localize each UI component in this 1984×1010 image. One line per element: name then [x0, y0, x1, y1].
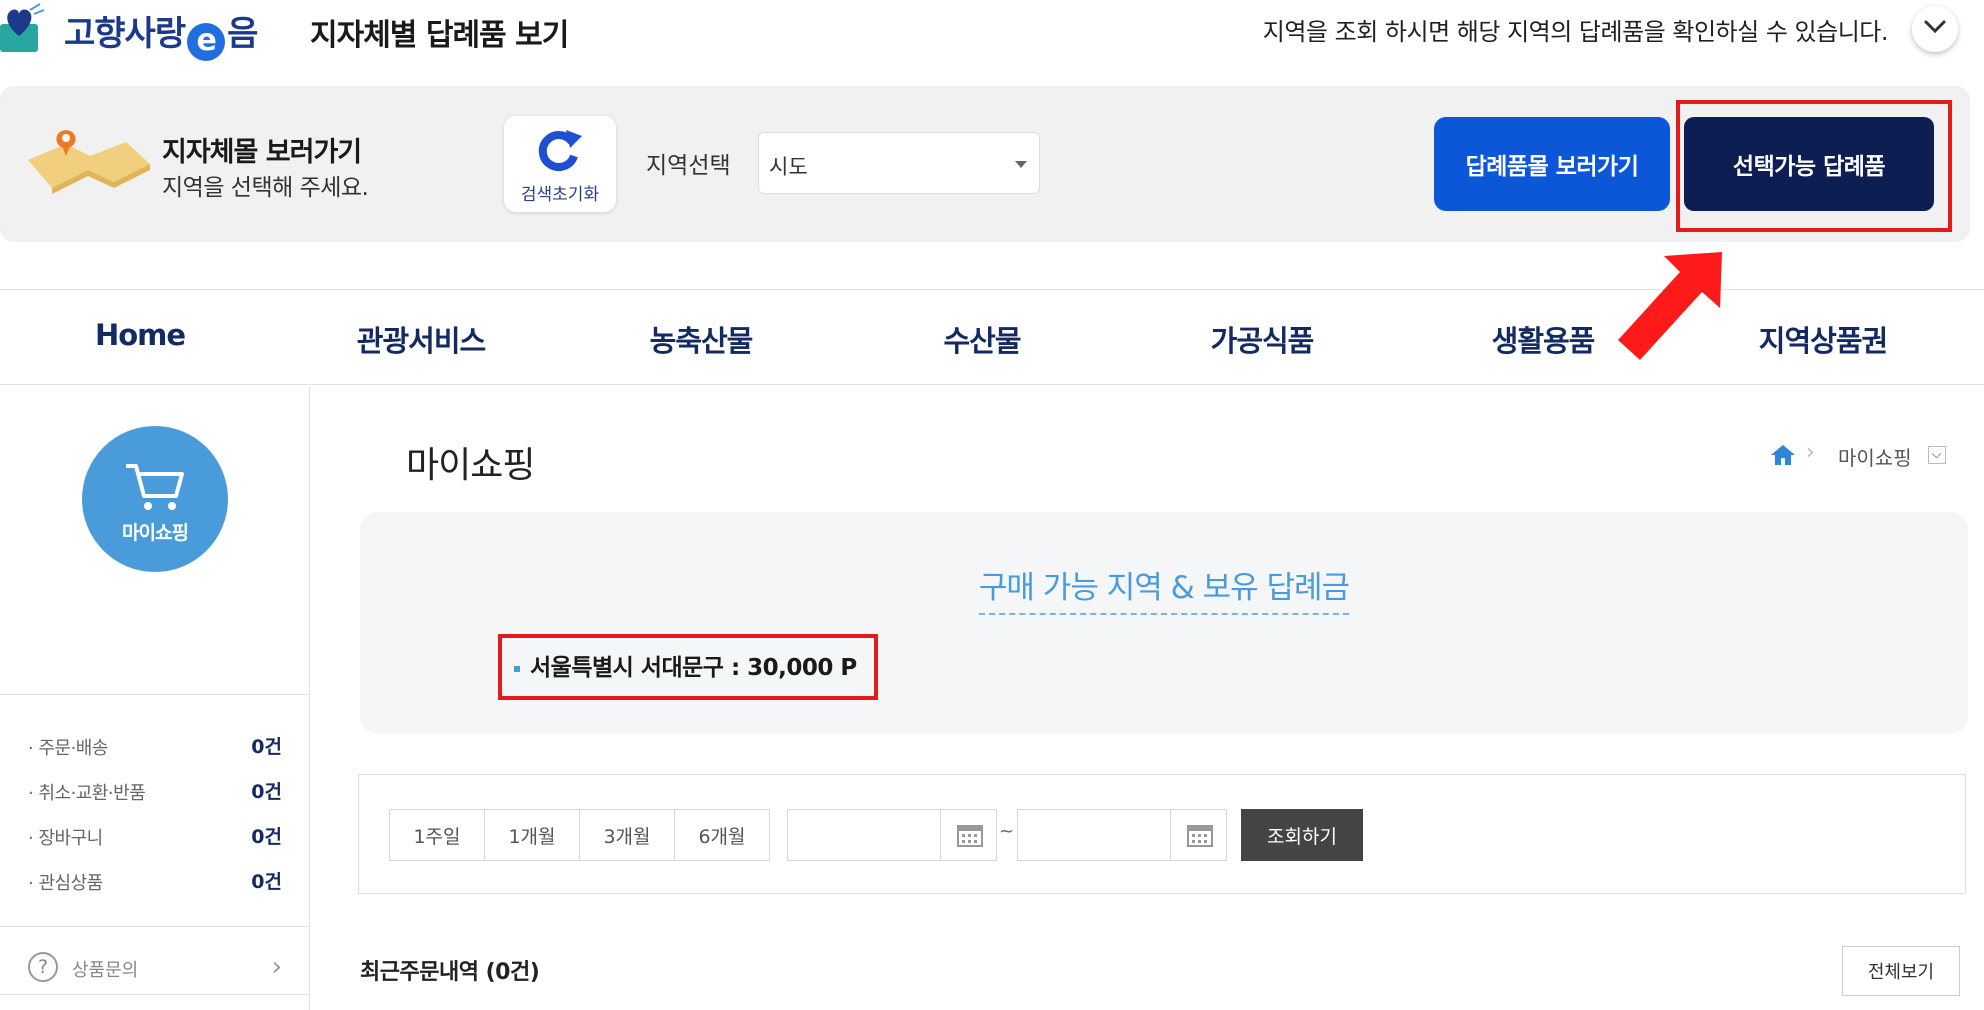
region-select-value: 시도 — [769, 155, 808, 179]
my-shopping-circle-label: 마이쇼핑 — [122, 522, 189, 544]
shopping-cart-icon — [126, 464, 184, 510]
balance-title-text: 구매 가능 지역 & 보유 답례금 — [978, 562, 1350, 615]
calendar-icon[interactable] — [1170, 810, 1226, 860]
sidebar-item-text: 취소·교환·반품 — [38, 783, 146, 804]
divider — [0, 994, 310, 995]
header-notice: 지역을 조회 하시면 해당 지역의 답례품을 확인하실 수 있습니다. — [1262, 18, 1889, 46]
chevron-down-icon — [1924, 20, 1946, 34]
sidebar-item-text: 장바구니 — [38, 828, 103, 849]
sidebar-item-count: 0건 — [251, 781, 282, 803]
period-1week-button[interactable]: 1주일 — [389, 809, 485, 861]
search-orders-button[interactable]: 조회하기 — [1241, 809, 1363, 861]
map-pin-icon — [28, 126, 150, 206]
panel-desc: 지역을 선택해 주세요. — [162, 175, 369, 201]
sidebar-item-returns[interactable]: · 취소·교환·반품 0건 — [28, 775, 290, 805]
sidebar-inquiry-label: 상품문의 — [72, 960, 139, 981]
nav-tourism[interactable]: 관광서비스 — [357, 318, 486, 360]
sidebar-item-text: 관심상품 — [38, 873, 103, 894]
sidebar-item-wishlist[interactable]: · 관심상품 0건 — [28, 865, 290, 895]
balance-title: 구매 가능 지역 & 보유 답례금 — [360, 562, 1968, 615]
recent-orders-title: 최근주문내역 (0건) — [360, 960, 540, 985]
sidebar-item-inquiry[interactable]: ? 상품문의 › — [28, 946, 290, 990]
sidebar-item-label: · 관심상품 — [28, 873, 103, 894]
region-select-label: 지역선택 — [646, 153, 731, 179]
sidebar-item-label: · 장바구니 — [28, 828, 103, 849]
period-1month-button[interactable]: 1개월 — [484, 809, 580, 861]
balance-box: 구매 가능 지역 & 보유 답례금 서울특별시 서대문구 : 30,000 P — [360, 512, 1968, 734]
refresh-icon — [538, 130, 582, 172]
nav-processed-food[interactable]: 가공식품 — [1211, 318, 1315, 360]
home-icon[interactable] — [1770, 444, 1796, 466]
sidebar-item-orders[interactable]: · 주문·배송 0건 — [28, 730, 290, 760]
panel-toggle-button[interactable] — [1912, 6, 1958, 52]
sidebar-item-count: 0건 — [251, 736, 282, 758]
sidebar-item-label: · 취소·교환·반품 — [28, 783, 146, 804]
sidebar-item-cart[interactable]: · 장바구니 0건 — [28, 820, 290, 850]
heart-logo-icon[interactable] — [0, 2, 48, 54]
nav-seafood[interactable]: 수산물 — [943, 318, 1021, 360]
nav-home[interactable]: Home — [95, 318, 186, 352]
sidebar-item-label: · 주문·배송 — [28, 738, 108, 759]
sidebar-item-text: 주문·배송 — [38, 738, 108, 759]
breadcrumb-separator: › — [1806, 440, 1815, 465]
calendar-icon[interactable] — [940, 810, 996, 860]
breadcrumb-current: 마이쇼핑 — [1838, 446, 1912, 470]
brand-name[interactable]: 고향사랑 e 음 — [64, 6, 258, 61]
search-reset-button[interactable]: 검색초기화 — [504, 116, 616, 212]
highlight-box-balance — [498, 634, 878, 700]
caret-down-icon — [1015, 161, 1027, 168]
gift-mall-button[interactable]: 답례품몰 보러가기 — [1434, 117, 1670, 211]
view-all-button[interactable]: 전체보기 — [1842, 946, 1960, 996]
breadcrumb-dropdown-icon[interactable] — [1928, 446, 1946, 464]
sidebar-item-count: 0건 — [251, 871, 282, 893]
question-icon: ? — [28, 952, 58, 982]
start-date-field — [787, 809, 997, 861]
panel-title: 지자체몰 보러가기 — [162, 137, 362, 168]
divider — [0, 926, 310, 927]
start-date-input[interactable] — [788, 810, 940, 860]
end-date-input[interactable] — [1018, 810, 1170, 860]
chevron-right-icon: › — [271, 952, 282, 982]
brand-text-1: 고향사랑 — [64, 14, 186, 54]
order-filter: 1주일 1개월 3개월 6개월 ~ 조회하기 — [358, 774, 1966, 894]
top-bar: 고향사랑 e 음 지자체별 답례품 보기 지역을 조회 하시면 해당 지역의 답례품… — [0, 0, 1984, 66]
divider — [0, 694, 310, 695]
end-date-field — [1017, 809, 1227, 861]
nav-agri-livestock[interactable]: 농축산물 — [650, 318, 754, 360]
page-title: 마이쇼핑 — [406, 445, 535, 486]
nav-household[interactable]: 생활용품 — [1492, 318, 1596, 360]
header-subtitle: 지자체별 답례품 보기 — [310, 18, 569, 53]
red-arrow-annotation — [1618, 252, 1722, 360]
region-panel: 지자체몰 보러가기 지역을 선택해 주세요. 검색초기화 지역선택 시도 답례품… — [0, 86, 1970, 242]
highlight-box-available-gifts — [1676, 100, 1952, 232]
sidebar-item-count: 0건 — [251, 826, 282, 848]
date-range-tilde: ~ — [999, 821, 1015, 842]
search-reset-label: 검색초기화 — [520, 185, 600, 205]
sidebar: 마이쇼핑 · 주문·배송 0건 · 취소·교환·반품 0건 · 장바구니 0건 … — [0, 386, 310, 1010]
nav-local-voucher[interactable]: 지역상품권 — [1759, 318, 1888, 360]
breadcrumb: › 마이쇼핑 — [1770, 440, 1950, 474]
brand-text-2: 음 — [227, 14, 258, 54]
brand-e-glyph: e — [187, 23, 226, 61]
period-6month-button[interactable]: 6개월 — [674, 809, 770, 861]
period-3month-button[interactable]: 3개월 — [579, 809, 675, 861]
my-shopping-circle[interactable]: 마이쇼핑 — [82, 426, 228, 572]
region-select-dropdown[interactable]: 시도 — [758, 132, 1040, 194]
